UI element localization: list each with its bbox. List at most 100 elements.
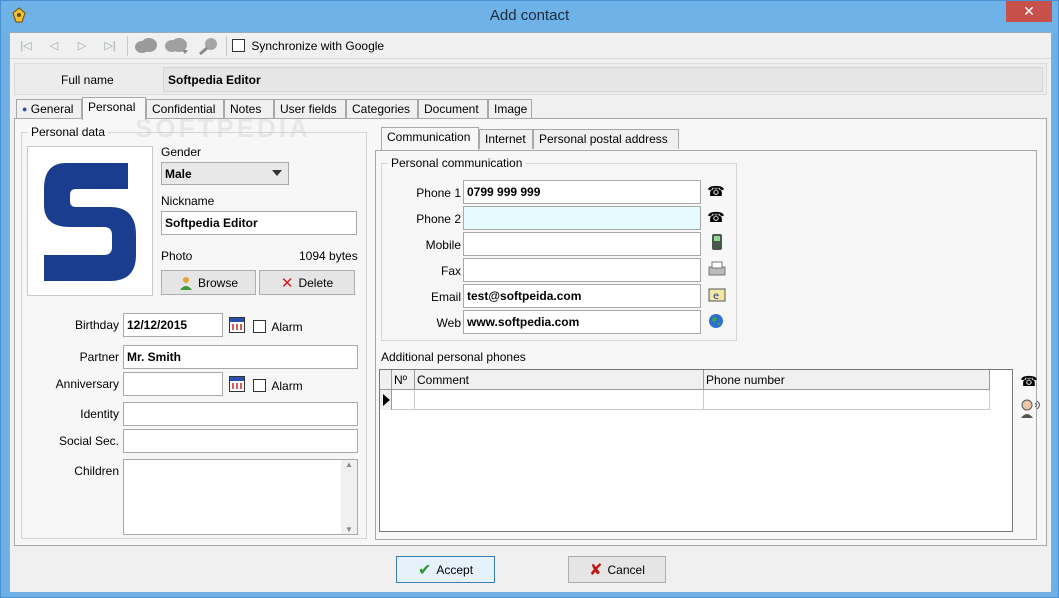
- dialog-button-bar: [10, 547, 1051, 592]
- user-icon: [179, 276, 192, 290]
- nickname-label: Nickname: [161, 194, 215, 208]
- tab-categories[interactable]: Categories: [346, 99, 418, 119]
- sync-google-option[interactable]: Synchronize with Google: [232, 38, 384, 53]
- fax-label: Fax: [440, 264, 461, 278]
- email-input[interactable]: test@softpeida.com: [463, 284, 701, 308]
- dialog-client: |◁ ◁ ▷ ▷| Synchronize with Google Full n…: [9, 32, 1052, 592]
- svg-text:e: e: [713, 291, 719, 302]
- softpedia-logo-image: [30, 149, 150, 293]
- identity-label: Identity: [80, 407, 119, 421]
- window-title: Add contact: [489, 7, 570, 24]
- cell-phone-number[interactable]: [704, 390, 990, 410]
- tab-document[interactable]: Document: [418, 99, 488, 119]
- grid-header-phone-number[interactable]: Phone number: [704, 370, 990, 390]
- calendar-icon[interactable]: [229, 376, 245, 392]
- grid-header: Nº Comment Phone number: [380, 370, 990, 390]
- scroll-up-icon[interactable]: ▲: [341, 460, 357, 469]
- identity-input[interactable]: [123, 402, 358, 426]
- phone-icon[interactable]: ☎: [1020, 372, 1038, 390]
- nickname-input[interactable]: Softpedia Editor: [161, 211, 357, 235]
- app-window: Add contact ✕ |◁ ◁ ▷ ▷| Synchronize with…: [0, 0, 1059, 598]
- email-label: Email: [430, 290, 461, 304]
- table-row[interactable]: [380, 390, 990, 410]
- delete-x-icon: ✕: [280, 274, 294, 292]
- fax-input[interactable]: [463, 258, 701, 282]
- tab-personal[interactable]: Personal: [82, 97, 146, 120]
- photo-frame: [27, 146, 153, 296]
- calendar-icon[interactable]: [229, 317, 245, 333]
- subtab-internet[interactable]: Internet: [479, 129, 533, 149]
- fax-icon[interactable]: [707, 261, 727, 277]
- children-scrollbar[interactable]: ▲ ▼: [341, 460, 357, 534]
- photo-size: 1094 bytes: [299, 249, 358, 263]
- scroll-down-icon[interactable]: ▼: [341, 525, 357, 534]
- birthday-alarm-checkbox[interactable]: [253, 320, 266, 334]
- cloud-icon[interactable]: [134, 37, 158, 55]
- grid-header-number[interactable]: Nº: [392, 370, 415, 390]
- anniversary-label: Anniversary: [55, 377, 119, 391]
- anniversary-alarm-option[interactable]: Alarm: [253, 378, 303, 393]
- accept-button[interactable]: ✔ Accept: [396, 556, 495, 583]
- phone1-input[interactable]: 0799 999 999: [463, 180, 701, 204]
- row-pointer-icon: [380, 390, 392, 410]
- birthday-input[interactable]: 12/12/2015: [123, 313, 223, 337]
- previous-record-button[interactable]: ◁: [46, 38, 62, 54]
- mobile-phone-icon[interactable]: [711, 233, 723, 251]
- title-bar[interactable]: Add contact ✕: [1, 1, 1058, 32]
- globe-icon[interactable]: [708, 313, 724, 329]
- birthday-alarm-option[interactable]: Alarm: [253, 319, 303, 334]
- tab-image[interactable]: Image: [488, 99, 532, 119]
- toolbar-separator: [226, 36, 227, 56]
- web-input[interactable]: www.softpedia.com: [463, 310, 701, 334]
- delete-photo-button[interactable]: ✕ Delete: [259, 270, 355, 295]
- email-icon[interactable]: e: [708, 288, 726, 302]
- fullname-row: Full name Softpedia Editor: [14, 63, 1047, 95]
- phone-icon[interactable]: ☎: [707, 208, 725, 226]
- search-cloud-icon[interactable]: [198, 37, 220, 55]
- social-sec-input[interactable]: [123, 429, 358, 453]
- cell-comment[interactable]: [415, 390, 704, 410]
- cloud-sync-icon[interactable]: [164, 37, 190, 55]
- close-button[interactable]: ✕: [1006, 1, 1052, 22]
- bullet-icon: ●: [22, 104, 28, 114]
- checkmark-icon: ✔: [417, 561, 432, 579]
- subtab-postal-address[interactable]: Personal postal address: [533, 129, 679, 149]
- phone-icon[interactable]: ☎: [707, 182, 725, 200]
- anniversary-alarm-checkbox[interactable]: [253, 379, 266, 393]
- chevron-down-icon: [272, 170, 282, 176]
- tab-general[interactable]: ● General: [16, 99, 82, 119]
- personal-data-legend: Personal data: [31, 125, 106, 139]
- cancel-button[interactable]: ✘ Cancel: [568, 556, 666, 583]
- subtab-communication[interactable]: Communication: [381, 127, 479, 150]
- last-record-button[interactable]: ▷|: [102, 38, 118, 54]
- gender-label: Gender: [161, 145, 202, 159]
- personal-communication-legend: Personal communication: [391, 156, 523, 170]
- mobile-input[interactable]: [463, 232, 701, 256]
- partner-label: Partner: [79, 350, 119, 364]
- first-record-button[interactable]: |◁: [18, 38, 34, 54]
- social-sec-label: Social Sec.: [58, 434, 119, 448]
- children-label: Children: [74, 464, 119, 478]
- next-record-button[interactable]: ▷: [74, 38, 90, 54]
- browse-button[interactable]: Browse: [161, 270, 256, 295]
- additional-phones-grid[interactable]: Nº Comment Phone number: [379, 369, 1013, 532]
- photo-label: Photo: [161, 249, 193, 263]
- caller-person-icon[interactable]: [1018, 397, 1040, 419]
- birthday-label: Birthday: [74, 318, 119, 332]
- cell-number[interactable]: [392, 390, 415, 410]
- web-label: Web: [436, 316, 461, 330]
- additional-phones-label: Additional personal phones: [381, 350, 526, 364]
- phone2-label: Phone 2: [416, 212, 461, 226]
- phone2-input[interactable]: [463, 206, 701, 230]
- anniversary-input[interactable]: [123, 372, 223, 396]
- grid-header-comment[interactable]: Comment: [415, 370, 704, 390]
- toolbar: |◁ ◁ ▷ ▷| Synchronize with Google: [10, 33, 1051, 59]
- partner-input[interactable]: Mr. Smith: [123, 345, 358, 369]
- mobile-label: Mobile: [425, 238, 461, 252]
- toolbar-separator: [127, 36, 128, 56]
- grid-header-indicator: [380, 370, 392, 390]
- fullname-field[interactable]: Softpedia Editor: [163, 67, 1043, 92]
- gender-select[interactable]: Male: [161, 162, 289, 185]
- children-textarea[interactable]: ▲ ▼: [123, 459, 358, 535]
- sync-google-checkbox[interactable]: [232, 39, 245, 53]
